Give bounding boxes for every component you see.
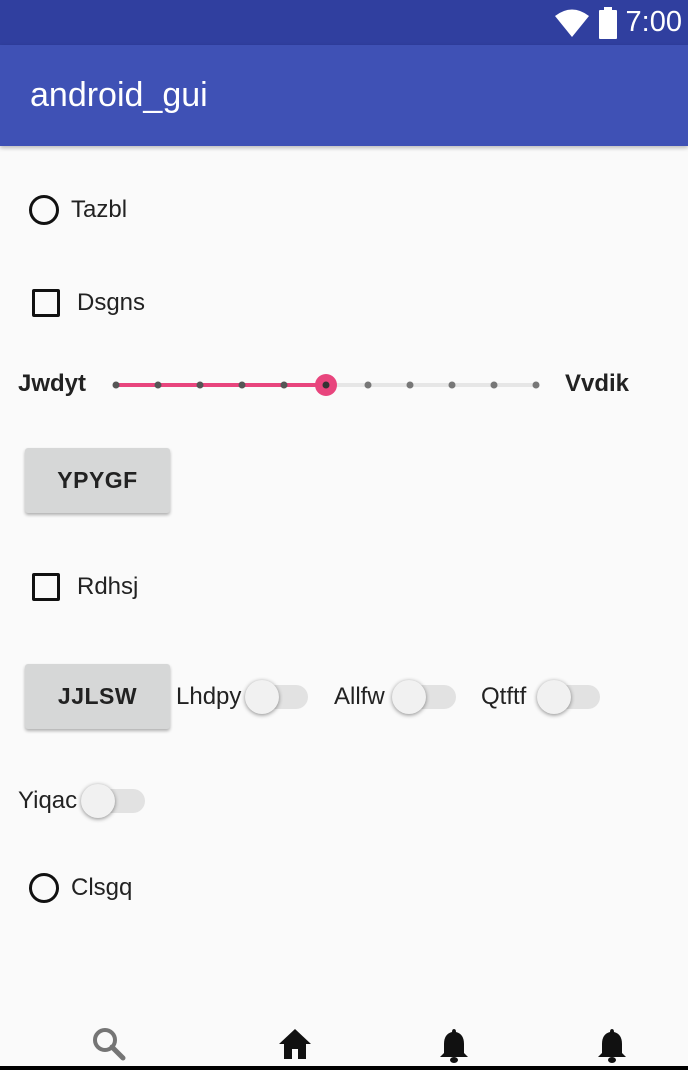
- status-icons: 7:00: [554, 0, 682, 45]
- switch-thumb[interactable]: [537, 680, 571, 714]
- radio-clsgq[interactable]: Clsgq: [29, 873, 132, 903]
- app-bar: android_gui: [0, 45, 688, 146]
- radio-button[interactable]: [29, 873, 59, 903]
- home-icon[interactable]: [277, 1027, 313, 1061]
- battery-icon: [598, 6, 617, 39]
- slider-tick: [364, 381, 372, 389]
- checkbox-dsgns[interactable]: Dsgns: [32, 289, 145, 317]
- ypygf-button[interactable]: YPYGF: [25, 448, 170, 513]
- switch-label-qtftf: Qtftf: [481, 683, 527, 710]
- app-title: android_gui: [30, 76, 208, 114]
- slider-tick: [154, 381, 162, 389]
- status-bar: 7:00: [0, 0, 688, 45]
- wifi-icon: [554, 9, 589, 37]
- switch-thumb[interactable]: [245, 680, 279, 714]
- slider-tick: [448, 381, 456, 389]
- slider-tick: [112, 381, 120, 389]
- switch-label-allfw: Allfw: [334, 683, 385, 710]
- slider-tick: [532, 381, 540, 389]
- search-icon[interactable]: [92, 1027, 126, 1061]
- bell-icon[interactable]: [438, 1027, 470, 1063]
- checkbox-label: Dsgns: [77, 289, 146, 316]
- slider-tick: [280, 381, 288, 389]
- slider-left-label: Jwdyt: [18, 370, 87, 397]
- radio-tazbl[interactable]: Tazbl: [29, 195, 127, 225]
- radio-label: Tazbl: [71, 196, 128, 223]
- slider-tick: [406, 381, 414, 389]
- slider-tick: [490, 381, 498, 389]
- checkbox-box[interactable]: [32, 573, 60, 601]
- slider-tick: [196, 381, 204, 389]
- radio-button[interactable]: [29, 195, 59, 225]
- radio-label: Clsgq: [71, 874, 133, 901]
- bell-icon[interactable]: [596, 1027, 628, 1063]
- checkbox-label: Rdhsj: [77, 573, 139, 600]
- switch-thumb[interactable]: [392, 680, 426, 714]
- slider-right-label: Vvdik: [565, 370, 630, 397]
- discrete-slider[interactable]: [105, 368, 550, 402]
- checkbox-rdhsj[interactable]: Rdhsj: [32, 573, 138, 601]
- switch-label-lhdpy: Lhdpy: [176, 683, 242, 710]
- nav-divider: [0, 1066, 688, 1070]
- switch-label-yiqac: Yiqac: [18, 787, 78, 814]
- slider-tick: [238, 381, 246, 389]
- status-time: 7:00: [625, 6, 682, 38]
- checkbox-box[interactable]: [32, 289, 60, 317]
- jjlsw-button[interactable]: JJLSW: [25, 664, 170, 729]
- switch-thumb[interactable]: [81, 784, 115, 818]
